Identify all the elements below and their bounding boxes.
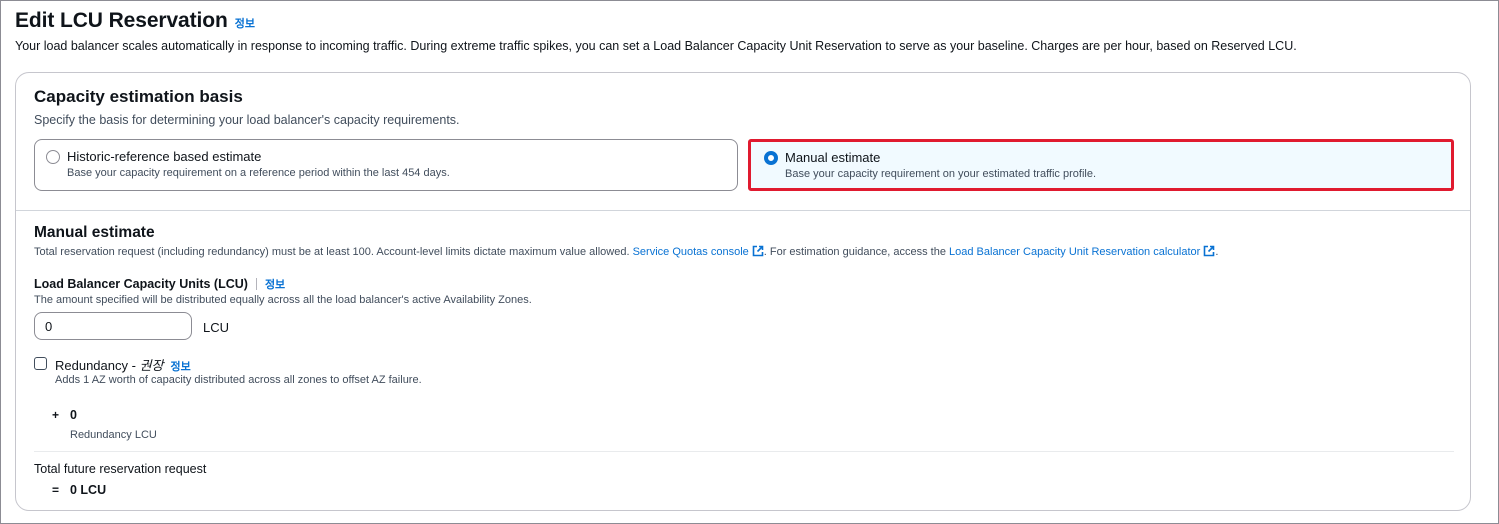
lcu-field-description: The amount specified will be distributed… (34, 294, 532, 306)
redundancy-recommended-label: 권장 (139, 358, 164, 373)
window-frame: Edit LCU Reservation 정보 Your load balanc… (0, 0, 1499, 524)
manual-estimate-section: Manual estimate Total reservation reques… (34, 224, 1454, 497)
lcu-info-link[interactable]: 정보 (265, 276, 285, 292)
external-link-icon[interactable] (1203, 245, 1215, 260)
redundancy-checkbox[interactable] (34, 357, 47, 370)
service-quotas-link[interactable]: Service Quotas console (633, 246, 749, 258)
historic-estimate-radio[interactable] (46, 150, 60, 164)
lcu-reservation-container: Capacity estimation basis Specify the ba… (15, 72, 1471, 511)
lcu-input[interactable] (34, 312, 192, 340)
redundancy-description: Adds 1 AZ worth of capacity distributed … (55, 374, 422, 386)
page-info-link[interactable]: 정보 (235, 15, 255, 31)
lcu-calculator-link[interactable]: Load Balancer Capacity Unit Reservation … (949, 246, 1200, 258)
manual-desc-text-3: . (1215, 246, 1219, 258)
page-title-row: Edit LCU Reservation 정보 (15, 9, 1484, 33)
manual-estimate-radio[interactable] (764, 151, 778, 165)
total-reservation-value: 0 LCU (70, 483, 107, 497)
page-description: Your load balancer scales automatically … (15, 39, 1297, 53)
manual-estimate-description: Base your capacity requirement on your e… (785, 168, 1097, 180)
capacity-estimation-description: Specify the basis for determining your l… (34, 113, 460, 127)
historic-estimate-label: Historic-reference based estimate (67, 149, 262, 164)
manual-estimate-title: Manual estimate (34, 224, 155, 241)
redundancy-label: Redundancy - (55, 358, 140, 373)
total-divider (34, 451, 1454, 452)
redundancy-lcu-value: 0 (70, 408, 77, 422)
manual-desc-text-2: . For estimation guidance, access the (763, 246, 950, 258)
historic-estimate-tile[interactable]: Historic-reference based estimate Base y… (34, 139, 738, 191)
redundancy-label-row: Redundancy - 권장 정보 (55, 355, 191, 374)
lcu-field-label: Load Balancer Capacity Units (LCU) (34, 277, 248, 291)
page-title: Edit LCU Reservation (15, 9, 228, 32)
manual-desc-text-1: Total reservation request (including red… (34, 246, 633, 258)
manual-estimate-tile[interactable]: Manual estimate Base your capacity requi… (748, 139, 1454, 191)
lcu-unit-label: LCU (203, 320, 230, 335)
lcu-field-label-row: Load Balancer Capacity Units (LCU) 정보 (34, 276, 285, 292)
plus-sign: + (52, 408, 60, 422)
redundancy-info-link[interactable]: 정보 (170, 358, 190, 374)
capacity-estimation-section: Capacity estimation basis Specify the ba… (16, 73, 1470, 211)
equals-sign: = (52, 483, 60, 497)
capacity-estimation-title: Capacity estimation basis (34, 87, 243, 106)
page-header: Edit LCU Reservation 정보 Your load balanc… (15, 9, 1484, 53)
historic-estimate-description: Base your capacity requirement on a refe… (67, 167, 450, 179)
external-link-icon[interactable] (752, 245, 764, 260)
manual-estimate-description: Total reservation request (including red… (34, 245, 1452, 260)
total-reservation-label: Total future reservation request (34, 462, 207, 476)
manual-estimate-label: Manual estimate (785, 150, 881, 165)
redundancy-lcu-label: Redundancy LCU (70, 429, 157, 441)
label-separator (255, 278, 257, 290)
